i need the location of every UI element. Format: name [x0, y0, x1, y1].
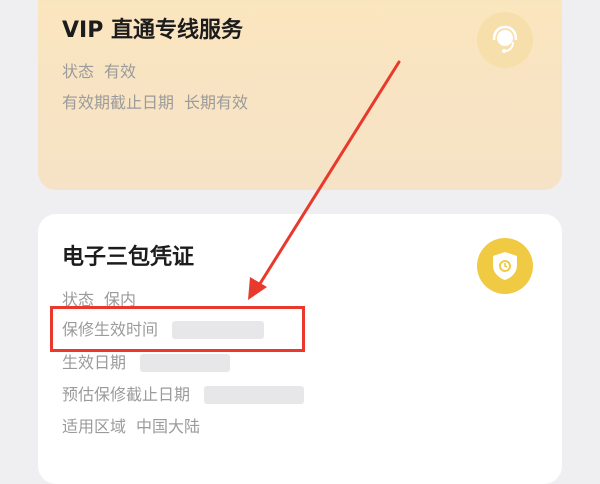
annotation-arrow — [248, 60, 401, 300]
